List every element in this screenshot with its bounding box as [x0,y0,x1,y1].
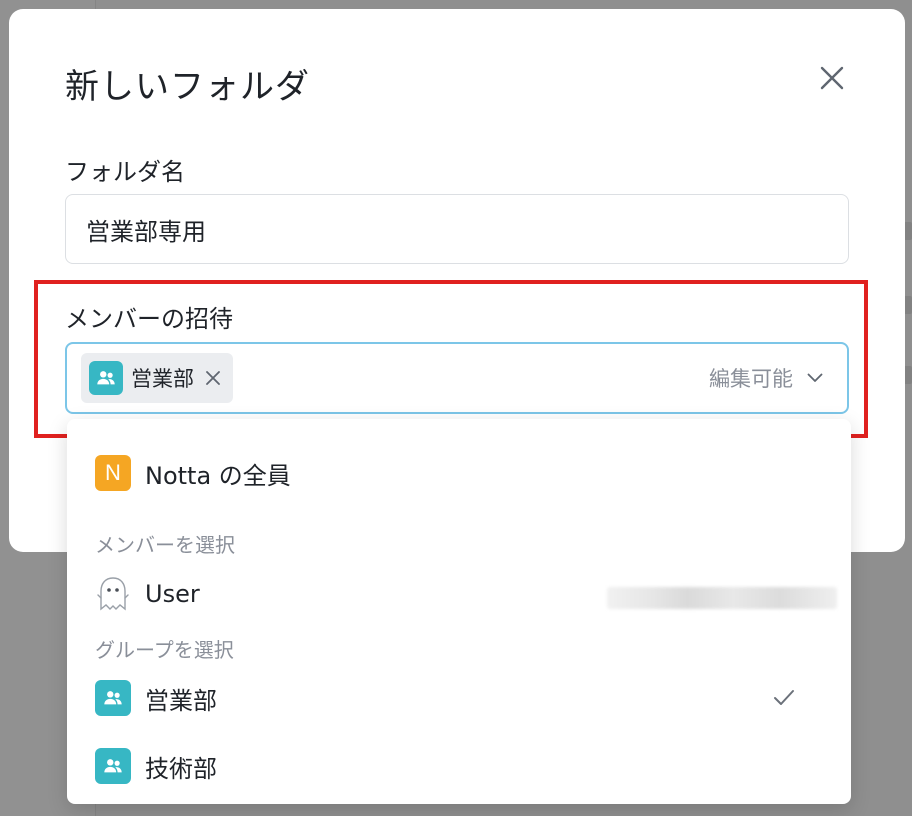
group-icon [95,680,131,716]
groups-section-heading: グループを選択 [95,638,234,662]
close-button[interactable] [815,61,849,95]
option-label: 技術部 [145,754,217,783]
option-label: Notta の全員 [145,461,291,490]
blurred-email [607,587,837,609]
option-label: User [145,580,200,608]
annotation-highlight-box [34,280,868,438]
option-group-sales[interactable]: 営業部 [95,671,825,725]
option-group-engineering[interactable]: 技術部 [95,739,825,793]
option-label: 営業部 [145,686,217,715]
check-icon [773,671,795,725]
members-section-heading: メンバーを選択 [95,533,235,557]
close-icon [820,66,844,90]
everyone-avatar: N [95,455,131,491]
modal-title: 新しいフォルダ [65,67,310,107]
folder-name-label: フォルダ名 [65,158,185,186]
member-dropdown: N Notta の全員 メンバーを選択 User グループを選択 営業部 技術部 [67,419,851,804]
option-everyone[interactable]: N Notta の全員 [95,446,825,500]
folder-name-input[interactable] [65,194,849,264]
ghost-avatar-icon [95,574,131,614]
group-icon [95,748,131,784]
